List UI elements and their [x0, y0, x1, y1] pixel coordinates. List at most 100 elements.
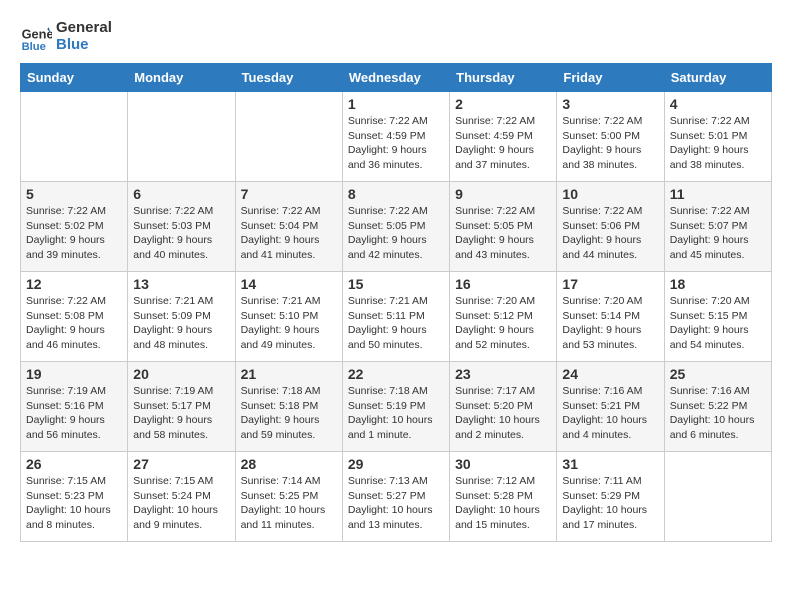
- calendar-week-row: 5Sunrise: 7:22 AM Sunset: 5:02 PM Daylig…: [21, 182, 772, 272]
- day-info: Sunrise: 7:16 AM Sunset: 5:21 PM Dayligh…: [562, 384, 658, 443]
- day-number: 19: [26, 366, 122, 382]
- day-number: 12: [26, 276, 122, 292]
- day-number: 5: [26, 186, 122, 202]
- day-number: 7: [241, 186, 337, 202]
- calendar-cell: 29Sunrise: 7:13 AM Sunset: 5:27 PM Dayli…: [342, 452, 449, 542]
- calendar-cell: 4Sunrise: 7:22 AM Sunset: 5:01 PM Daylig…: [664, 92, 771, 182]
- calendar-cell: 26 Sunrise: 7:15 AM Sunset: 5:23 PM Dayli…: [21, 452, 128, 542]
- svg-text:Blue: Blue: [22, 40, 46, 52]
- day-header-monday: Monday: [128, 64, 235, 92]
- day-info: Sunrise: 7:21 AM Sunset: 5:09 PM Dayligh…: [133, 294, 229, 353]
- calendar-cell: 9 Sunrise: 7:22 AM Sunset: 5:05 PM Daylig…: [450, 182, 557, 272]
- calendar-cell: 1Sunrise: 7:22 AM Sunset: 4:59 PM Daylig…: [342, 92, 449, 182]
- calendar-cell: 30Sunrise: 7:12 AM Sunset: 5:28 PM Dayli…: [450, 452, 557, 542]
- day-info: Sunrise: 7:22 AM Sunset: 4:59 PM Dayligh…: [455, 114, 551, 173]
- calendar-table: SundayMondayTuesdayWednesdayThursdayFrid…: [20, 63, 772, 542]
- calendar-cell: 11Sunrise: 7:22 AM Sunset: 5:07 PM Dayli…: [664, 182, 771, 272]
- day-number: 20: [133, 366, 229, 382]
- day-number: 8: [348, 186, 444, 202]
- calendar-cell: 21 Sunrise: 7:18 AM Sunset: 5:18 PM Dayli…: [235, 362, 342, 452]
- calendar-cell: 19Sunrise: 7:19 AM Sunset: 5:16 PM Dayli…: [21, 362, 128, 452]
- day-info: Sunrise: 7:17 AM Sunset: 5:20 PM Dayligh…: [455, 384, 551, 443]
- calendar-cell: 16 Sunrise: 7:20 AM Sunset: 5:12 PM Dayli…: [450, 272, 557, 362]
- calendar-cell: 22 Sunrise: 7:18 AM Sunset: 5:19 PM Dayli…: [342, 362, 449, 452]
- day-info: Sunrise: 7:22 AM Sunset: 5:05 PM Dayligh…: [455, 204, 551, 263]
- calendar-cell: 17 Sunrise: 7:20 AM Sunset: 5:14 PM Dayli…: [557, 272, 664, 362]
- calendar-cell: [664, 452, 771, 542]
- day-info: Sunrise: 7:18 AM Sunset: 5:18 PM Dayligh…: [241, 384, 337, 443]
- calendar-cell: 10 Sunrise: 7:22 AM Sunset: 5:06 PM Dayli…: [557, 182, 664, 272]
- day-number: 10: [562, 186, 658, 202]
- day-number: 3: [562, 96, 658, 112]
- calendar-cell: [21, 92, 128, 182]
- calendar-week-row: 26 Sunrise: 7:15 AM Sunset: 5:23 PM Dayli…: [21, 452, 772, 542]
- calendar-cell: 25 Sunrise: 7:16 AM Sunset: 5:22 PM Dayli…: [664, 362, 771, 452]
- day-info: Sunrise: 7:22 AM Sunset: 5:07 PM Dayligh…: [670, 204, 766, 263]
- calendar-cell: 24 Sunrise: 7:16 AM Sunset: 5:21 PM Dayli…: [557, 362, 664, 452]
- day-number: 29: [348, 456, 444, 472]
- day-number: 24: [562, 366, 658, 382]
- day-info: Sunrise: 7:20 AM Sunset: 5:14 PM Dayligh…: [562, 294, 658, 353]
- calendar-cell: 28 Sunrise: 7:14 AM Sunset: 5:25 PM Dayli…: [235, 452, 342, 542]
- day-number: 25: [670, 366, 766, 382]
- day-number: 18: [670, 276, 766, 292]
- day-info: Sunrise: 7:22 AM Sunset: 5:06 PM Dayligh…: [562, 204, 658, 263]
- day-header-friday: Friday: [557, 64, 664, 92]
- logo: General Blue General Blue: [20, 20, 112, 53]
- day-info: Sunrise: 7:21 AM Sunset: 5:11 PM Dayligh…: [348, 294, 444, 353]
- calendar-cell: 27 Sunrise: 7:15 AM Sunset: 5:24 PM Dayli…: [128, 452, 235, 542]
- calendar-week-row: 19Sunrise: 7:19 AM Sunset: 5:16 PM Dayli…: [21, 362, 772, 452]
- calendar-cell: 3 Sunrise: 7:22 AM Sunset: 5:00 PM Daylig…: [557, 92, 664, 182]
- day-number: 1: [348, 96, 444, 112]
- day-info: Sunrise: 7:16 AM Sunset: 5:22 PM Dayligh…: [670, 384, 766, 443]
- day-number: 16: [455, 276, 551, 292]
- calendar-cell: 12Sunrise: 7:22 AM Sunset: 5:08 PM Dayli…: [21, 272, 128, 362]
- day-info: Sunrise: 7:18 AM Sunset: 5:19 PM Dayligh…: [348, 384, 444, 443]
- day-number: 2: [455, 96, 551, 112]
- calendar-cell: 8 Sunrise: 7:22 AM Sunset: 5:05 PM Daylig…: [342, 182, 449, 272]
- day-info: Sunrise: 7:15 AM Sunset: 5:24 PM Dayligh…: [133, 474, 229, 533]
- day-header-tuesday: Tuesday: [235, 64, 342, 92]
- calendar-cell: 23 Sunrise: 7:17 AM Sunset: 5:20 PM Dayli…: [450, 362, 557, 452]
- day-info: Sunrise: 7:15 AM Sunset: 5:23 PM Dayligh…: [26, 474, 122, 533]
- calendar-cell: 18Sunrise: 7:20 AM Sunset: 5:15 PM Dayli…: [664, 272, 771, 362]
- day-number: 28: [241, 456, 337, 472]
- day-number: 21: [241, 366, 337, 382]
- day-number: 27: [133, 456, 229, 472]
- day-number: 15: [348, 276, 444, 292]
- day-info: Sunrise: 7:14 AM Sunset: 5:25 PM Dayligh…: [241, 474, 337, 533]
- day-info: Sunrise: 7:22 AM Sunset: 5:05 PM Dayligh…: [348, 204, 444, 263]
- logo-icon: General Blue: [20, 21, 52, 53]
- day-number: 6: [133, 186, 229, 202]
- day-number: 22: [348, 366, 444, 382]
- calendar-header-row: SundayMondayTuesdayWednesdayThursdayFrid…: [21, 64, 772, 92]
- calendar-cell: 20 Sunrise: 7:19 AM Sunset: 5:17 PM Dayli…: [128, 362, 235, 452]
- day-info: Sunrise: 7:19 AM Sunset: 5:17 PM Dayligh…: [133, 384, 229, 443]
- calendar-cell: 13 Sunrise: 7:21 AM Sunset: 5:09 PM Dayli…: [128, 272, 235, 362]
- calendar-cell: 7 Sunrise: 7:22 AM Sunset: 5:04 PM Daylig…: [235, 182, 342, 272]
- day-number: 26: [26, 456, 122, 472]
- day-info: Sunrise: 7:20 AM Sunset: 5:12 PM Dayligh…: [455, 294, 551, 353]
- day-number: 13: [133, 276, 229, 292]
- day-number: 14: [241, 276, 337, 292]
- day-number: 17: [562, 276, 658, 292]
- day-number: 9: [455, 186, 551, 202]
- calendar-cell: 5Sunrise: 7:22 AM Sunset: 5:02 PM Daylig…: [21, 182, 128, 272]
- day-info: Sunrise: 7:22 AM Sunset: 5:00 PM Dayligh…: [562, 114, 658, 173]
- day-header-saturday: Saturday: [664, 64, 771, 92]
- day-number: 31: [562, 456, 658, 472]
- day-info: Sunrise: 7:21 AM Sunset: 5:10 PM Dayligh…: [241, 294, 337, 353]
- day-info: Sunrise: 7:22 AM Sunset: 5:01 PM Dayligh…: [670, 114, 766, 173]
- day-info: Sunrise: 7:22 AM Sunset: 5:03 PM Dayligh…: [133, 204, 229, 263]
- calendar-cell: 2 Sunrise: 7:22 AM Sunset: 4:59 PM Daylig…: [450, 92, 557, 182]
- calendar-week-row: 1 Sunrise: 7:22 AM Sunset: 4:59 PM Daylig…: [21, 92, 772, 182]
- day-header-thursday: Thursday: [450, 64, 557, 92]
- day-info: Sunrise: 7:22 AM Sunset: 5:04 PM Dayligh…: [241, 204, 337, 263]
- calendar-cell: 6 Sunrise: 7:22 AM Sunset: 5:03 PM Daylig…: [128, 182, 235, 272]
- calendar-cell: [128, 92, 235, 182]
- day-header-wednesday: Wednesday: [342, 64, 449, 92]
- calendar-cell: [235, 92, 342, 182]
- day-header-sunday: Sunday: [21, 64, 128, 92]
- day-number: 23: [455, 366, 551, 382]
- calendar-cell: 15 Sunrise: 7:21 AM Sunset: 5:11 PM Dayli…: [342, 272, 449, 362]
